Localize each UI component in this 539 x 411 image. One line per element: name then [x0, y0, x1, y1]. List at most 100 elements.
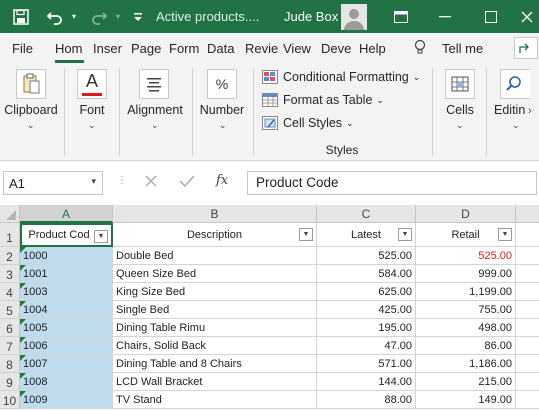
table-cell[interactable]: 149.00: [416, 391, 516, 409]
column-header-a[interactable]: A: [20, 205, 113, 223]
empty-cell[interactable]: [516, 355, 539, 373]
table-cell[interactable]: 525.00: [317, 247, 416, 265]
enter-checkmark-icon[interactable]: [179, 174, 195, 191]
cell-styles-button[interactable]: Cell Styles ⌄: [262, 113, 354, 133]
clipboard-icon[interactable]: [16, 69, 46, 99]
tab-data[interactable]: Data: [207, 41, 234, 56]
clipboard-group-button[interactable]: Clipboard: [3, 103, 59, 117]
conditional-formatting-button[interactable]: Conditional Formatting ⌄: [262, 67, 420, 87]
cells-icon[interactable]: [445, 69, 475, 99]
row-header[interactable]: 4: [0, 283, 20, 301]
filter-dropdown-icon[interactable]: ▼: [299, 228, 313, 241]
select-all-corner[interactable]: [0, 205, 20, 223]
tell-me-search[interactable]: Tell me: [442, 41, 483, 56]
format-as-table-button[interactable]: Format as Table ⌄: [262, 90, 384, 110]
empty-cell[interactable]: [516, 265, 539, 283]
table-cell[interactable]: 1,186.00: [416, 355, 516, 373]
number-chevron-down-icon[interactable]: ⌄: [219, 120, 227, 131]
empty-cell[interactable]: [516, 373, 539, 391]
close-icon[interactable]: [515, 0, 539, 33]
table-cell[interactable]: 525.00: [416, 247, 516, 265]
row-header[interactable]: 9: [0, 373, 20, 391]
table-cell[interactable]: 425.00: [317, 301, 416, 319]
table-cell[interactable]: King Size Bed: [113, 283, 317, 301]
table-cell[interactable]: 625.00: [317, 283, 416, 301]
table-cell[interactable]: 86.00: [416, 337, 516, 355]
table-cell[interactable]: 1006: [20, 337, 113, 355]
editing-chevron-down-icon[interactable]: ⌄: [512, 120, 520, 131]
table-cell[interactable]: 571.00: [317, 355, 416, 373]
alignment-group-button[interactable]: Alignment: [124, 103, 186, 117]
header-cell-description[interactable]: Description ▼: [113, 223, 317, 247]
maximize-icon[interactable]: [476, 0, 506, 33]
table-cell[interactable]: Double Bed: [113, 247, 317, 265]
formula-input[interactable]: Product Code: [247, 171, 537, 195]
table-cell[interactable]: 1000: [20, 247, 113, 265]
avatar[interactable]: [341, 4, 367, 30]
number-group-button[interactable]: Number: [198, 103, 246, 117]
undo-dropdown-icon[interactable]: ▾: [68, 0, 80, 33]
insert-function-icon[interactable]: fx: [216, 173, 228, 188]
redo-icon[interactable]: [84, 0, 114, 33]
empty-cell[interactable]: [516, 283, 539, 301]
row-header[interactable]: 5: [0, 301, 20, 319]
header-cell-latest[interactable]: Latest ▼: [317, 223, 416, 247]
header-cell-retail[interactable]: Retail ▼: [416, 223, 516, 247]
empty-cell[interactable]: [516, 391, 539, 409]
number-format-icon[interactable]: %: [207, 69, 237, 99]
table-cell[interactable]: 1009: [20, 391, 113, 409]
column-header-b[interactable]: B: [113, 205, 317, 223]
editing-search-icon[interactable]: [500, 69, 530, 99]
save-icon[interactable]: [6, 0, 36, 33]
font-chevron-down-icon[interactable]: ⌄: [88, 120, 96, 131]
table-cell[interactable]: 195.00: [317, 319, 416, 337]
redo-dropdown-icon[interactable]: ▾: [112, 0, 124, 33]
table-cell[interactable]: 1004: [20, 301, 113, 319]
tab-help[interactable]: Help: [359, 41, 386, 56]
row-header[interactable]: 7: [0, 337, 20, 355]
empty-cell[interactable]: [516, 223, 539, 247]
customize-toolbar-icon[interactable]: [128, 0, 148, 33]
tab-view[interactable]: View: [283, 41, 311, 56]
tab-home[interactable]: Hom: [55, 41, 82, 56]
row-header[interactable]: 2: [0, 247, 20, 265]
tab-developer[interactable]: Deve: [321, 41, 351, 56]
table-cell[interactable]: 1003: [20, 283, 113, 301]
name-box-chevron-down-icon[interactable]: ▾: [91, 176, 96, 187]
share-icon[interactable]: [514, 37, 538, 59]
table-cell[interactable]: Chairs, Solid Back: [113, 337, 317, 355]
table-cell[interactable]: 498.00: [416, 319, 516, 337]
ribbon-scroll-right-icon[interactable]: ›: [528, 105, 532, 117]
table-cell[interactable]: Single Bed: [113, 301, 317, 319]
row-header[interactable]: 1: [0, 223, 20, 247]
table-cell[interactable]: 999.00: [416, 265, 516, 283]
undo-icon[interactable]: [40, 0, 70, 33]
tab-insert[interactable]: Inser: [93, 41, 122, 56]
alignment-icon[interactable]: [139, 69, 169, 99]
column-header-d[interactable]: D: [416, 205, 516, 223]
header-cell-product-code[interactable]: Product Cod ▼: [20, 223, 113, 247]
column-header-e[interactable]: [516, 205, 539, 223]
name-box[interactable]: A1 ▾: [3, 171, 103, 195]
row-header[interactable]: 10: [0, 391, 20, 409]
table-cell[interactable]: 1005: [20, 319, 113, 337]
filter-dropdown-icon[interactable]: ▼: [498, 228, 512, 241]
table-cell[interactable]: LCD Wall Bracket: [113, 373, 317, 391]
tab-page-layout[interactable]: Page: [131, 41, 161, 56]
cells-group-button[interactable]: Cells: [440, 103, 480, 117]
table-cell[interactable]: 1007: [20, 355, 113, 373]
table-cell[interactable]: 215.00: [416, 373, 516, 391]
table-cell[interactable]: Dining Table and 8 Chairs: [113, 355, 317, 373]
tab-review[interactable]: Revie: [245, 41, 278, 56]
table-cell[interactable]: 144.00: [317, 373, 416, 391]
table-cell[interactable]: 1,199.00: [416, 283, 516, 301]
cells-chevron-down-icon[interactable]: ⌄: [456, 120, 464, 131]
table-cell[interactable]: 88.00: [317, 391, 416, 409]
column-header-c[interactable]: C: [317, 205, 416, 223]
empty-cell[interactable]: [516, 247, 539, 265]
filter-dropdown-icon[interactable]: ▼: [94, 230, 108, 243]
lightbulb-icon[interactable]: [414, 39, 426, 58]
table-cell[interactable]: 1001: [20, 265, 113, 283]
row-header[interactable]: 3: [0, 265, 20, 283]
table-cell[interactable]: 755.00: [416, 301, 516, 319]
